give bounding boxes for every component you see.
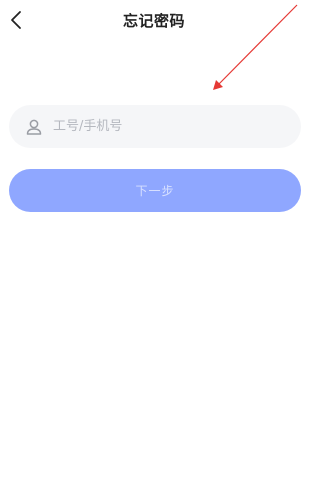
account-field[interactable] [9,105,301,148]
header-bar: 忘记密码 [0,0,308,42]
page-title: 忘记密码 [122,12,185,30]
next-button[interactable]: 下一步 [9,169,301,212]
forgot-password-screen: 忘记密码 下一步 [0,0,308,478]
user-icon [23,116,45,138]
account-input[interactable] [53,111,273,142]
